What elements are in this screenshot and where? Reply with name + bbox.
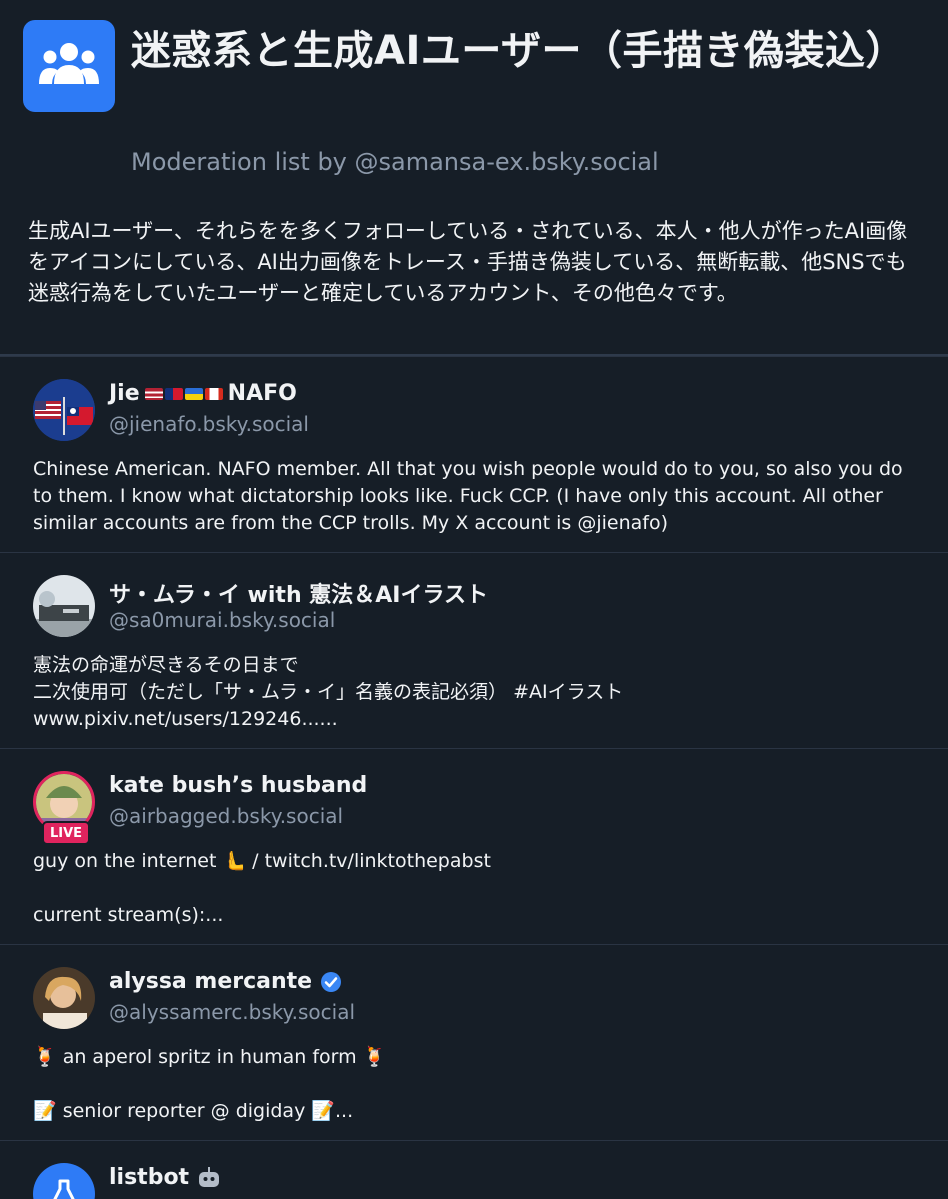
ukraine-flag-icon — [184, 387, 203, 400]
list-member-item[interactable]: Jie NAFO @jienafo.bsky.social Chinese Ame… — [0, 356, 948, 552]
avatar[interactable] — [33, 575, 95, 637]
list-title: 迷惑系と生成AIユーザー（手描き偽装込） — [131, 28, 907, 74]
member-handle[interactable]: @airbagged.bsky.social — [109, 804, 343, 828]
avatar[interactable] — [33, 1163, 95, 1199]
list-header: 迷惑系と生成AIユーザー（手描き偽装込） Moderation list by … — [0, 0, 948, 356]
member-bio: 🍹 an aperol spritz in human form 🍹 📝 sen… — [33, 1046, 387, 1122]
canada-flag-icon — [204, 387, 223, 400]
member-handle[interactable]: @sa0murai.bsky.social — [109, 608, 335, 632]
member-name-text: listbot — [109, 1165, 190, 1190]
member-name[interactable]: alyssa mercante — [109, 969, 342, 994]
member-bio: Chinese American. NAFO member. All that … — [33, 458, 903, 534]
avatar[interactable] — [33, 967, 95, 1029]
member-name-text: NAFO — [227, 381, 297, 406]
list-creator-link[interactable]: Moderation list by @samansa-ex.bsky.soci… — [131, 148, 659, 176]
list-member-item[interactable]: alyssa mercante @alyssamerc.bsky.social … — [0, 944, 948, 1140]
member-bio: 憲法の命運が尽きるその日まで 二次使用可（ただし「サ・ムラ・イ」名義の表記必須）… — [33, 654, 624, 730]
list-description: 生成AIユーザー、それらをを多くフォローしている・されている、本人・他人が作った… — [28, 219, 908, 305]
list-member-item[interactable]: listbot — [0, 1140, 948, 1199]
live-badge: LIVE — [42, 821, 90, 845]
us-flag-icon — [144, 387, 163, 400]
list-member-item[interactable]: サ・ムラ・イ with 憲法＆AIイラスト @sa0murai.bsky.soc… — [0, 552, 948, 748]
member-name-text: alyssa mercante — [109, 969, 313, 994]
avatar[interactable] — [33, 379, 95, 441]
flask-icon — [53, 1179, 75, 1199]
flag-emojis — [144, 387, 224, 400]
member-name[interactable]: サ・ムラ・イ with 憲法＆AIイラスト — [109, 577, 488, 609]
member-name[interactable]: kate bush’s husband — [109, 773, 367, 798]
verified-check-icon — [321, 971, 342, 992]
member-name[interactable]: Jie NAFO — [109, 381, 297, 406]
bot-icon — [199, 1166, 220, 1187]
member-handle[interactable]: @alyssamerc.bsky.social — [109, 1000, 355, 1024]
taiwan-flag-icon — [164, 387, 183, 400]
moderation-list-page: 迷惑系と生成AIユーザー（手描き偽装込） Moderation list by … — [0, 0, 948, 1199]
member-name-text: Jie — [109, 381, 140, 406]
member-bio: guy on the internet 🫷 / twitch.tv/linkto… — [33, 850, 491, 926]
list-member-item[interactable]: LIVE kate bush’s husband @airbagged.bsky… — [0, 748, 948, 944]
member-handle[interactable]: @jienafo.bsky.social — [109, 412, 309, 436]
member-name[interactable]: listbot — [109, 1165, 221, 1190]
people-group-icon — [23, 20, 115, 112]
